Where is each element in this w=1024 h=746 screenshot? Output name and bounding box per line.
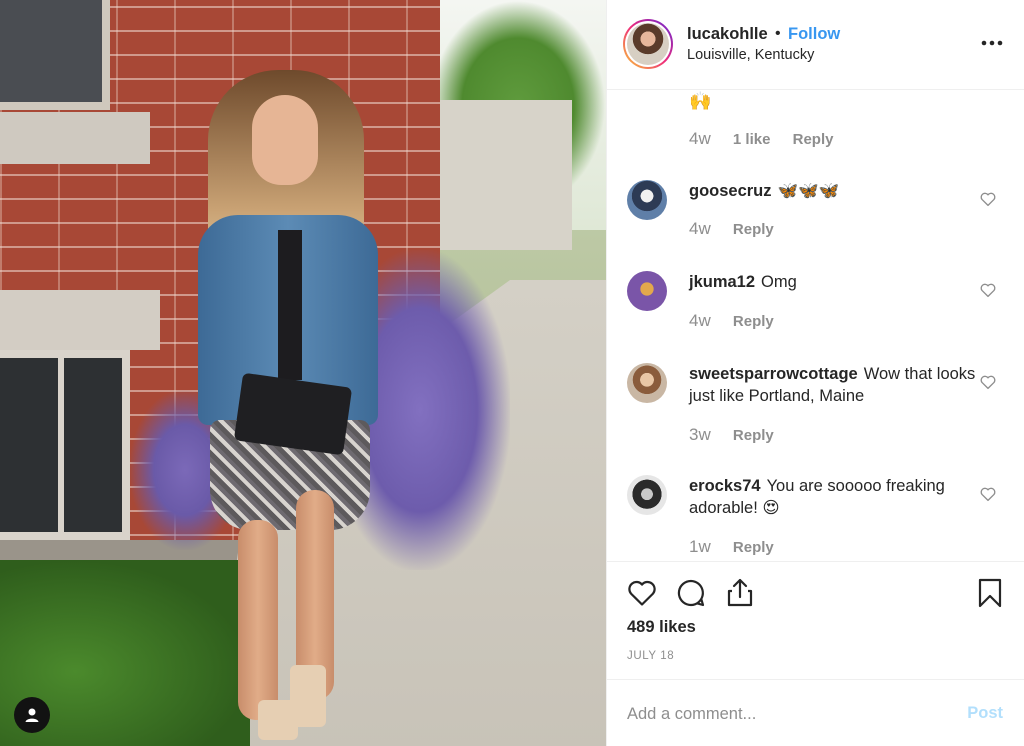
comment-meta: 1w Reply <box>689 537 774 557</box>
author-avatar[interactable] <box>623 19 673 69</box>
comment-input[interactable] <box>627 700 937 728</box>
heart-icon[interactable] <box>979 485 997 503</box>
commenter-avatar[interactable] <box>627 363 667 403</box>
post-actions: 489 likes JULY 18 <box>607 561 1024 679</box>
commenter-avatar[interactable] <box>627 271 667 311</box>
likes-count[interactable]: 489 likes <box>627 618 696 637</box>
comment-username[interactable]: goosecruz <box>689 182 772 200</box>
photo-window-sill <box>0 112 150 164</box>
photo-window-basement <box>0 350 130 540</box>
follow-button[interactable]: Follow <box>788 25 840 44</box>
reply-button[interactable]: Reply <box>733 539 774 556</box>
comment-text: jkuma12 Omg <box>689 271 979 293</box>
reply-button[interactable]: Reply <box>733 221 774 238</box>
comment-username[interactable]: sweetsparrowcottage <box>689 365 858 383</box>
comment-text: erocks74 You are sooooo freaking adorable… <box>689 475 979 519</box>
post-date: JULY 18 <box>627 650 675 662</box>
commenter-avatar[interactable] <box>627 475 667 515</box>
bookmark-icon[interactable] <box>973 576 1007 610</box>
comment-time[interactable]: 4w <box>689 219 711 238</box>
header-separator: • <box>775 25 781 42</box>
comment-time[interactable]: 4w <box>689 311 711 330</box>
post-location[interactable]: Louisville, Kentucky <box>687 47 814 63</box>
photo-person-face <box>252 95 318 185</box>
heart-icon[interactable] <box>979 281 997 299</box>
post-photo[interactable] <box>0 0 606 746</box>
photo-stone-ledge <box>0 290 160 350</box>
photo-person-shoe-right <box>290 665 326 727</box>
comment-username[interactable]: erocks74 <box>689 477 761 495</box>
heart-icon[interactable] <box>979 190 997 208</box>
comments-list[interactable]: 🙌 4w 1 like Reply goosecruz 🦋🦋🦋 4w Reply … <box>607 91 1024 561</box>
comment-meta: 4w Reply <box>689 219 774 239</box>
tagged-users-button[interactable] <box>14 697 50 733</box>
photo-person-leg-left <box>238 520 278 720</box>
reply-button[interactable]: Reply <box>733 313 774 330</box>
post-sidebar: lucakohlle • Follow Louisville, Kentucky… <box>606 0 1024 746</box>
heart-icon[interactable] <box>625 576 659 610</box>
comment-icon[interactable] <box>674 576 708 610</box>
post-comment-button[interactable]: Post <box>967 704 1003 723</box>
photo-house <box>432 100 572 250</box>
comment-text: sweetsparrowcottage Wow that looks just l… <box>689 363 979 407</box>
commenter-avatar[interactable] <box>627 180 667 220</box>
comment-body: 🦋🦋🦋 <box>777 182 840 200</box>
comment-time[interactable]: 1w <box>689 537 711 556</box>
comment-username[interactable]: jkuma12 <box>689 273 755 291</box>
comment-meta: 3w Reply <box>689 425 774 445</box>
author-username[interactable]: lucakohlle <box>687 25 768 44</box>
comment-likes[interactable]: 1 like <box>733 131 771 148</box>
reply-button[interactable]: Reply <box>793 131 834 148</box>
reply-button[interactable]: Reply <box>733 427 774 444</box>
comment-text: goosecruz 🦋🦋🦋 <box>689 180 979 202</box>
comment-meta: 4w 1 like Reply <box>689 129 833 149</box>
add-comment-bar: Post <box>607 679 1024 746</box>
comment-meta: 4w Reply <box>689 311 774 331</box>
heart-icon[interactable] <box>979 373 997 391</box>
comment-emoji: 🙌 <box>689 91 712 111</box>
user-icon <box>25 708 39 722</box>
post-header: lucakohlle • Follow Louisville, Kentucky <box>607 0 1024 90</box>
comment-time[interactable]: 4w <box>689 129 711 148</box>
more-horizontal-icon[interactable] <box>979 30 1005 56</box>
photo-window-top <box>0 0 110 110</box>
photo-person-top <box>278 230 302 380</box>
comment-body: Omg <box>761 273 797 291</box>
share-icon[interactable] <box>723 576 757 610</box>
comment-time[interactable]: 3w <box>689 425 711 444</box>
